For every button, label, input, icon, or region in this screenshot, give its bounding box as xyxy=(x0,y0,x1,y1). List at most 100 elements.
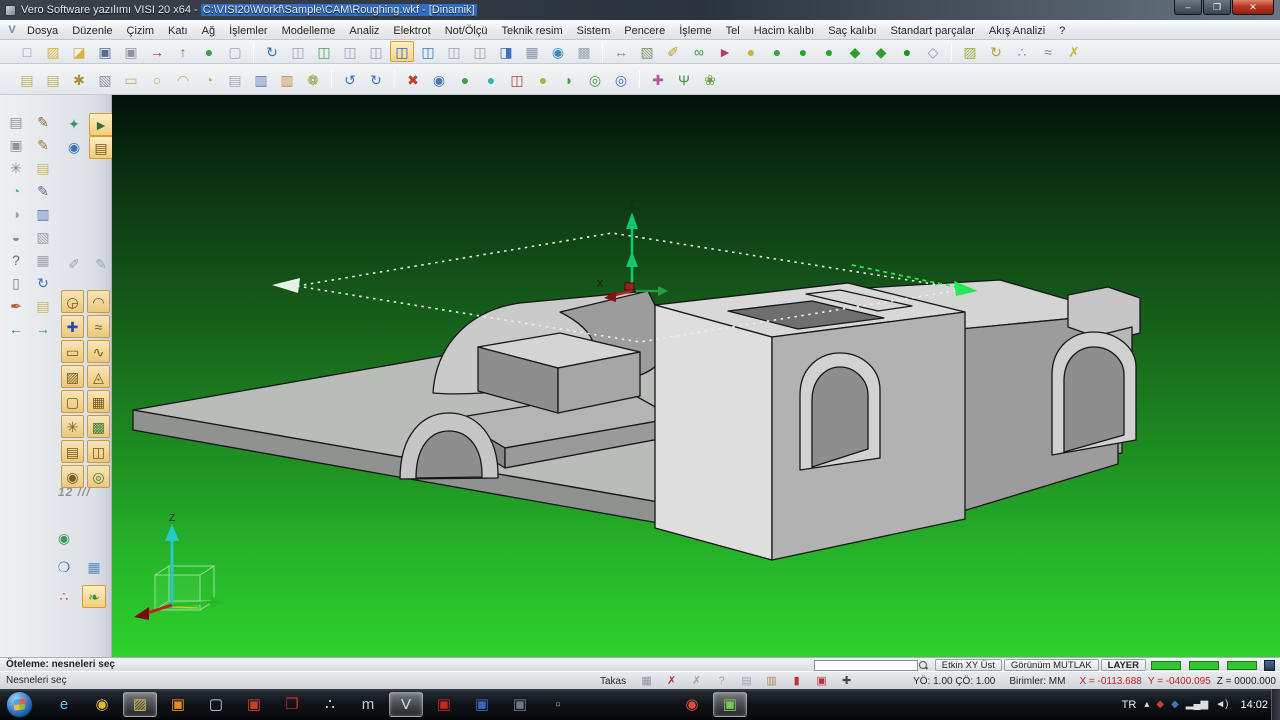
snap-mesh-icon[interactable]: ✳ xyxy=(61,415,84,438)
viewport-3d[interactable]: Z X Z xyxy=(112,95,1280,657)
taskbar-app-orange-icon[interactable]: ▣ xyxy=(161,692,195,717)
refresh-blue-icon[interactable]: ↻ xyxy=(31,272,55,295)
ball-green-icon[interactable]: ● xyxy=(453,69,477,90)
close-button[interactable]: ✕ xyxy=(1232,0,1274,15)
world-sphere-icon[interactable]: ◉ xyxy=(52,527,76,550)
view-wireframe-icon[interactable]: ◫ xyxy=(442,41,466,62)
grid-icon[interactable]: ▦ xyxy=(520,41,544,62)
tray-network-icon[interactable]: ▂▄▆ xyxy=(1186,699,1208,710)
view-mode-button[interactable]: Görünüm MUTLAK xyxy=(1003,659,1099,671)
print-view-icon[interactable]: ▤ xyxy=(4,111,28,134)
tray-volume-icon[interactable]: ◄) xyxy=(1215,699,1228,710)
doc-blue-side-icon[interactable]: ▥ xyxy=(31,203,55,226)
doc-star-icon[interactable]: ▤ xyxy=(223,69,247,90)
disc-blue-icon[interactable]: ◎ xyxy=(609,69,633,90)
menu-elektrot[interactable]: Elektrot xyxy=(386,23,437,39)
arrow-prev-icon[interactable]: ← xyxy=(4,318,28,341)
ball-yellow-icon[interactable]: ● xyxy=(531,69,555,90)
circle-tool-icon[interactable]: ○ xyxy=(145,69,169,90)
line-color-swatch[interactable] xyxy=(1189,660,1219,670)
view-shaded-icon[interactable]: ◫ xyxy=(416,41,440,62)
plant-tool-icon[interactable]: Ψ xyxy=(672,69,696,90)
cylinder-red-icon[interactable]: ◫ xyxy=(505,69,529,90)
flower-tool-icon[interactable]: ❀ xyxy=(698,69,722,90)
link-chain-icon[interactable]: ∞ xyxy=(687,41,711,62)
menu-kat[interactable]: Katı xyxy=(161,23,195,39)
arc-tool-icon[interactable]: ◠ xyxy=(171,69,195,90)
taskbar-adobe-icon[interactable]: ▣ xyxy=(427,692,461,717)
menu-hacim-kal-b[interactable]: Hacim kalıbı xyxy=(747,23,822,39)
menu-a[interactable]: Ağ xyxy=(195,23,222,39)
render-cube-2-icon[interactable]: ◆ xyxy=(869,41,893,62)
render-sphere-1-icon[interactable]: ● xyxy=(791,41,815,62)
taskbar-powerpoint-icon[interactable]: ▣ xyxy=(237,692,271,717)
leaf-tool-icon[interactable]: ❧ xyxy=(82,585,106,608)
calendar-icon[interactable]: ▦ xyxy=(634,673,659,690)
measure-key-icon[interactable]: ✐ xyxy=(661,41,685,62)
menu-modelleme[interactable]: Modelleme xyxy=(275,23,343,39)
start-button[interactable] xyxy=(6,691,33,718)
taskbar-app-m-icon[interactable]: m xyxy=(351,692,385,717)
tray-update-icon[interactable]: ◆ xyxy=(1171,699,1179,710)
spider-tool-icon[interactable]: ✳ xyxy=(4,157,28,180)
taskbar-app-white-icon[interactable]: ∴ xyxy=(313,692,347,717)
snap-center-icon[interactable]: ◶ xyxy=(61,290,84,313)
frame-tool-icon[interactable]: ▣ xyxy=(4,134,28,157)
taskbar-ie-icon[interactable]: e xyxy=(47,692,81,717)
menu-analiz[interactable]: Analiz xyxy=(342,23,386,39)
snap-surface-icon[interactable]: ▩ xyxy=(87,415,110,438)
layer-button[interactable]: LAYER xyxy=(1100,659,1146,671)
undo-icon[interactable]: ↺ xyxy=(338,69,362,90)
snap-arc-icon[interactable]: ◠ xyxy=(87,290,110,313)
taskbar-app-faint-icon[interactable]: ▫ xyxy=(541,692,575,717)
disc-green-icon[interactable]: ◎ xyxy=(583,69,607,90)
parrot-icon[interactable]: ✦ xyxy=(62,113,86,136)
menu-sistem[interactable]: Sistem xyxy=(570,23,618,39)
snap-rect-icon[interactable]: ▭ xyxy=(61,340,84,363)
maximize-button[interactable]: ❐ xyxy=(1203,0,1231,15)
fill-color-swatch[interactable] xyxy=(1227,660,1257,670)
close-gray-icon[interactable]: ✗ xyxy=(684,673,709,690)
open-file-icon[interactable]: ▨ xyxy=(41,41,65,62)
notebook-icon[interactable]: ▥ xyxy=(759,673,784,690)
language-indicator[interactable]: TR xyxy=(1122,699,1137,711)
arrow-next-icon[interactable]: → xyxy=(31,318,55,341)
insect-tool-icon[interactable]: ✚ xyxy=(646,69,670,90)
folder-green-icon[interactable]: ▨ xyxy=(958,41,982,62)
snap-grid-points-icon[interactable]: ▦ xyxy=(87,390,110,413)
menu-teknik-resim[interactable]: Teknik resim xyxy=(494,23,569,39)
redo-icon[interactable]: ↻ xyxy=(364,69,388,90)
rect-tool-icon[interactable]: ▭ xyxy=(119,69,143,90)
table-tool-icon[interactable]: ▦ xyxy=(31,249,55,272)
minimize-button[interactable]: – xyxy=(1174,0,1202,15)
render-sphere-2-icon[interactable]: ● xyxy=(817,41,841,62)
gear-tool-icon[interactable]: ❁ xyxy=(301,69,325,90)
sphere-gray-icon[interactable]: ◑ xyxy=(4,203,28,226)
yellow-note-icon[interactable]: ▤ xyxy=(31,157,55,180)
save-icon[interactable]: ▣ xyxy=(93,41,117,62)
brush-gray-icon[interactable]: ✎ xyxy=(89,253,113,276)
tray-hidden-icon[interactable]: ▴ xyxy=(1144,699,1149,710)
snap-plane-icon[interactable]: ▢ xyxy=(61,390,84,413)
menu-standart-par-alar[interactable]: Standart parçalar xyxy=(884,23,982,39)
export-icon[interactable]: → xyxy=(145,41,169,62)
wave-analysis-icon[interactable]: ≈ xyxy=(1036,41,1060,62)
takas-label[interactable]: Takas xyxy=(600,673,626,690)
ball-cyan-icon[interactable]: ● xyxy=(479,69,503,90)
paint-tool-icon[interactable]: ✒ xyxy=(4,295,28,318)
view-hidden-line-icon[interactable]: ◫ xyxy=(468,41,492,62)
menu-not-l[interactable]: Not/Ölçü xyxy=(438,23,495,39)
help-tool-icon[interactable]: ? xyxy=(4,249,28,272)
taskbar-chrome-icon[interactable]: ◉ xyxy=(85,692,119,717)
sketch-note-1-icon[interactable]: ▤ xyxy=(15,69,39,90)
menu-i-leme[interactable]: İşleme xyxy=(672,23,718,39)
snap-plus-icon[interactable]: ✚ xyxy=(61,315,84,338)
regenerate-icon[interactable]: ↻ xyxy=(260,41,284,62)
pencil-delete-icon[interactable]: ✎ xyxy=(31,111,55,134)
pencil-spline-icon[interactable]: ✎ xyxy=(31,134,55,157)
menu-d-zenle[interactable]: Düzenle xyxy=(65,23,119,39)
solid-cube-icon[interactable]: ▧ xyxy=(93,69,117,90)
tool-red-icon[interactable]: ✖ xyxy=(401,69,425,90)
taskbar-explorer-icon[interactable]: ▨ xyxy=(123,692,157,717)
balls-blue-icon[interactable]: ❍ xyxy=(52,556,76,579)
